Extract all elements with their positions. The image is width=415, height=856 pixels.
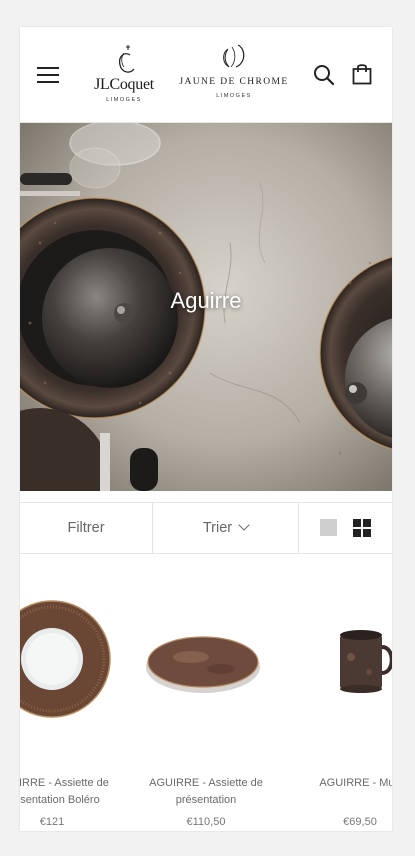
collection-hero-banner[interactable]: Aguirre (20, 123, 392, 491)
site-header: JLCoquet LIMOGES JAUNE DE CHROME LIMOGES (20, 27, 392, 123)
logo-right-name: JAUNE DE CHROME (179, 77, 289, 87)
menu-icon[interactable] (37, 67, 59, 83)
logo-right-sub: LIMOGES (216, 93, 252, 99)
app-frame: JLCoquet LIMOGES JAUNE DE CHROME LIMOGES (20, 27, 392, 831)
logo-left-name: JLCoquet (94, 76, 154, 93)
moon-emblem-icon (176, 41, 292, 71)
single-column-view-icon[interactable] (320, 519, 337, 536)
collection-title: Aguirre (170, 288, 242, 313)
shopping-bag-icon[interactable] (352, 63, 372, 85)
search-icon[interactable] (313, 64, 335, 86)
product-image[interactable] (131, 587, 281, 737)
filter-label: Filtrer (67, 520, 105, 536)
grid-view-icon[interactable] (353, 519, 371, 537)
logo-jaune-de-chrome[interactable]: JAUNE DE CHROME LIMOGES (176, 41, 292, 105)
product-title[interactable]: AGUIRRE - Assiette de présentation Bolér… (20, 775, 127, 809)
product-image[interactable] (285, 587, 392, 737)
jlcoquet-emblem-icon (88, 41, 160, 77)
sort-label: Trier (202, 520, 233, 536)
product-grid: AGUIRRE - Assiette de présentation Bolér… (20, 587, 392, 831)
logo-left-sub: LIMOGES (106, 97, 142, 103)
product-price: €110,50 (186, 816, 226, 828)
collection-toolbar: Filtrer Trier (20, 502, 392, 554)
product-price: €121 (39, 816, 65, 828)
product-title[interactable]: AGUIRRE - Mug (285, 775, 392, 792)
product-image[interactable] (20, 587, 127, 737)
filter-button[interactable]: Filtrer (20, 503, 153, 553)
product-price: €69,50 (343, 816, 377, 828)
logo-jlcoquet[interactable]: JLCoquet LIMOGES (88, 41, 160, 105)
sort-button[interactable]: Trier (153, 503, 299, 553)
product-title[interactable]: AGUIRRE - Assiette de présentation (131, 775, 281, 809)
chevron-down-icon (238, 519, 250, 531)
